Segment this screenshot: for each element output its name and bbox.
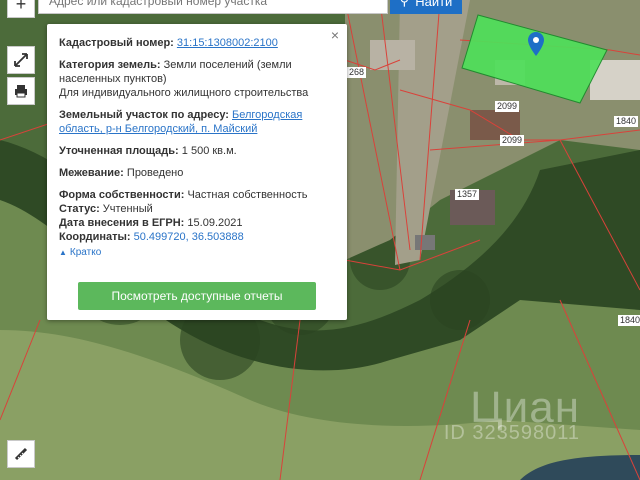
- parcel-info-popup: × Кадастровый номер: 31:15:1308002:2100 …: [47, 24, 347, 320]
- purpose-value: Для индивидуального жилищного строительс…: [59, 87, 309, 99]
- status-label: Статус:: [59, 203, 100, 215]
- date-value: 15.09.2021: [187, 217, 243, 229]
- search-input[interactable]: [38, 0, 388, 14]
- compact-toggle[interactable]: ▲ Кратко: [59, 246, 335, 260]
- coords-value: 50.499720, 36.503888: [133, 231, 244, 243]
- map-label: 1840: [614, 116, 639, 127]
- area-value: 1 500 кв.м.: [181, 145, 237, 157]
- survey-label: Межевание:: [59, 167, 124, 179]
- plus-icon: +: [15, 0, 27, 14]
- date-row: Дата внесения в ЕГРН: 15.09.2021: [59, 216, 335, 230]
- printer-icon: [15, 85, 27, 98]
- status-value: Учтенный: [102, 203, 153, 215]
- measure-button[interactable]: [7, 440, 35, 468]
- cadastral-row: Кадастровый номер: 31:15:1308002:2100: [59, 36, 335, 50]
- coords-label: Координаты:: [59, 231, 131, 243]
- map-label: 1840: [618, 315, 640, 326]
- category-row: Категория земель: Земли поселений (земли…: [59, 58, 335, 100]
- address-row: Земельный участок по адресу: Белгородска…: [59, 108, 335, 136]
- search-button[interactable]: ⚲ Найти: [390, 0, 462, 14]
- map-label: 268: [347, 67, 367, 78]
- map-label: 2099: [500, 135, 525, 146]
- close-icon[interactable]: ×: [331, 28, 339, 42]
- address-label: Земельный участок по адресу:: [59, 109, 229, 121]
- area-row: Уточненная площадь: 1 500 кв.м.: [59, 144, 335, 158]
- category-label: Категория земель:: [59, 59, 161, 71]
- ownership-value: Частная собственность: [187, 189, 308, 201]
- map-label: 2099: [495, 101, 520, 112]
- search-icon: ⚲: [399, 0, 410, 8]
- search-button-label: Найти: [415, 0, 453, 9]
- survey-value: Проведено: [126, 167, 184, 179]
- zoom-in-button[interactable]: +: [7, 0, 35, 18]
- survey-row: Межевание: Проведено: [59, 166, 335, 180]
- triangle-up-icon: ▲: [59, 248, 67, 257]
- area-label: Уточненная площадь:: [59, 145, 179, 157]
- date-label: Дата внесения в ЕГРН:: [59, 217, 185, 229]
- watermark-id: ID 323598011: [443, 422, 580, 444]
- status-row: Статус: Учтенный: [59, 202, 335, 216]
- cadastral-label: Кадастровый номер:: [59, 37, 174, 49]
- view-reports-button[interactable]: Посмотреть доступные отчеты: [78, 282, 316, 310]
- fullscreen-button[interactable]: [7, 46, 35, 74]
- expand-icon: [14, 53, 28, 67]
- ruler-icon: [14, 447, 28, 461]
- ownership-label: Форма собственности:: [59, 189, 185, 201]
- compact-label: Кратко: [69, 247, 102, 258]
- print-button[interactable]: [7, 77, 35, 105]
- cadastral-number-link[interactable]: 31:15:1308002:2100: [177, 37, 278, 49]
- ownership-row: Форма собственности: Частная собственнос…: [59, 188, 335, 202]
- coords-row: Координаты: 50.499720, 36.503888: [59, 230, 335, 244]
- map-label: 1357: [455, 189, 480, 200]
